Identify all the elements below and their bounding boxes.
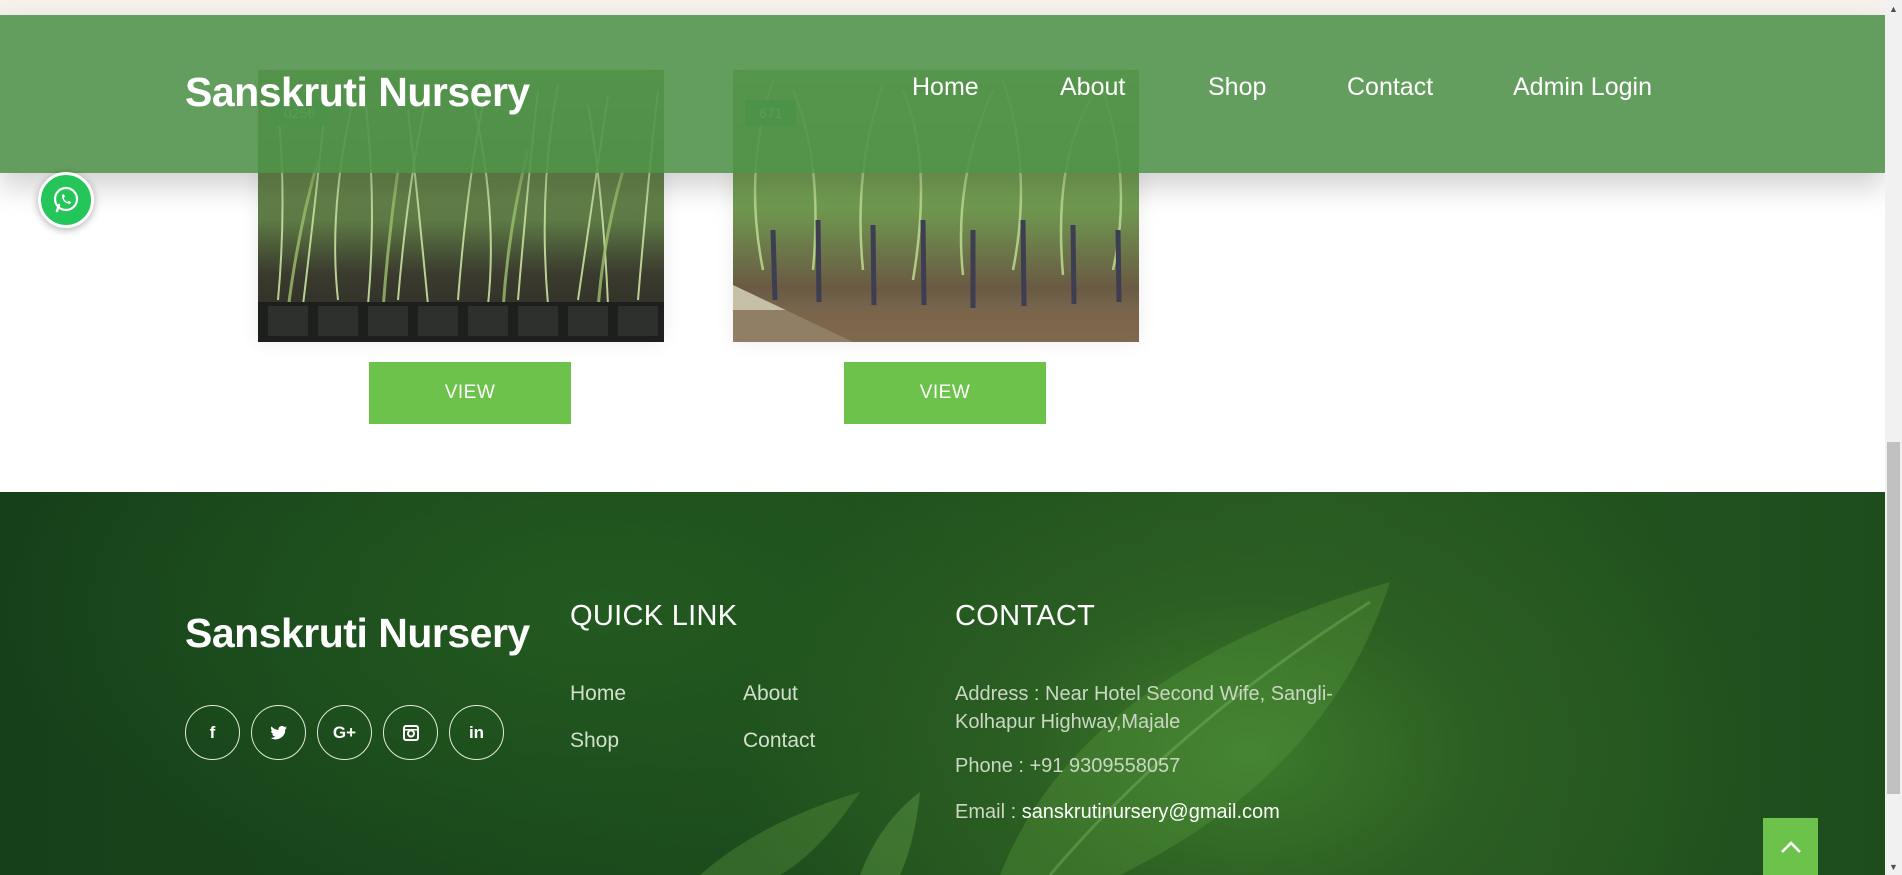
address-line-1: Address : Near Hotel Second Wife, Sangli…	[955, 683, 1333, 705]
scroll-up-arrow[interactable]: ▲	[1885, 0, 1902, 17]
footer-link-home[interactable]: Home	[570, 682, 626, 706]
nav-home[interactable]: Home	[912, 73, 979, 102]
instagram-icon[interactable]	[383, 705, 438, 760]
scroll-down-arrow[interactable]: ▼	[1885, 858, 1902, 875]
google-plus-icon[interactable]: G+	[317, 705, 372, 760]
leaf-background-decoration	[700, 582, 1390, 875]
page-top-strip	[0, 0, 1885, 15]
facebook-icon[interactable]: f	[185, 705, 240, 760]
scrollbar-thumb[interactable]	[1887, 442, 1900, 794]
view-product-button[interactable]: VIEW	[844, 362, 1046, 424]
site-logo[interactable]: Sanskruti Nursery	[185, 69, 530, 116]
contact-email: Email : sanskrutinursery@gmail.com	[955, 798, 1280, 826]
twitter-icon[interactable]	[251, 705, 306, 760]
email-link[interactable]: sanskrutinursery@gmail.com	[1022, 801, 1280, 823]
social-links: f G+ in	[185, 705, 504, 760]
linkedin-icon[interactable]: in	[449, 705, 504, 760]
page: 0256 671 VIEW VIEW S	[0, 0, 1885, 875]
whatsapp-icon	[53, 186, 79, 213]
nav-about[interactable]: About	[1060, 73, 1125, 102]
site-header: Sanskruti Nursery Home About Shop Contac…	[0, 15, 1885, 173]
nav-contact[interactable]: Contact	[1347, 73, 1433, 102]
address-line-2: Kolhapur Highway,Majale	[955, 711, 1181, 733]
back-to-top-button[interactable]	[1763, 818, 1818, 875]
quick-link-heading: QUICK LINK	[570, 600, 738, 632]
site-footer: Sanskruti Nursery f G+ in QUICK LINK Hom…	[0, 492, 1885, 875]
contact-heading: CONTACT	[955, 600, 1096, 632]
footer-link-about[interactable]: About	[743, 682, 798, 706]
contact-address: Address : Near Hotel Second Wife, Sangli…	[955, 680, 1333, 736]
view-product-button[interactable]: VIEW	[369, 362, 571, 424]
contact-phone: Phone : +91 9309558057	[955, 755, 1181, 777]
footer-link-contact[interactable]: Contact	[743, 729, 815, 753]
whatsapp-chat-button[interactable]	[38, 172, 94, 228]
chevron-up-icon	[1780, 840, 1801, 853]
email-label: Email :	[955, 801, 1017, 823]
nav-shop[interactable]: Shop	[1208, 73, 1266, 102]
footer-logo[interactable]: Sanskruti Nursery	[185, 610, 530, 657]
browser-viewport: 0256 671 VIEW VIEW S	[0, 0, 1902, 875]
footer-link-shop[interactable]: Shop	[570, 729, 619, 753]
nav-admin-login[interactable]: Admin Login	[1513, 73, 1652, 102]
vertical-scrollbar[interactable]: ▲ ▼	[1885, 0, 1902, 875]
